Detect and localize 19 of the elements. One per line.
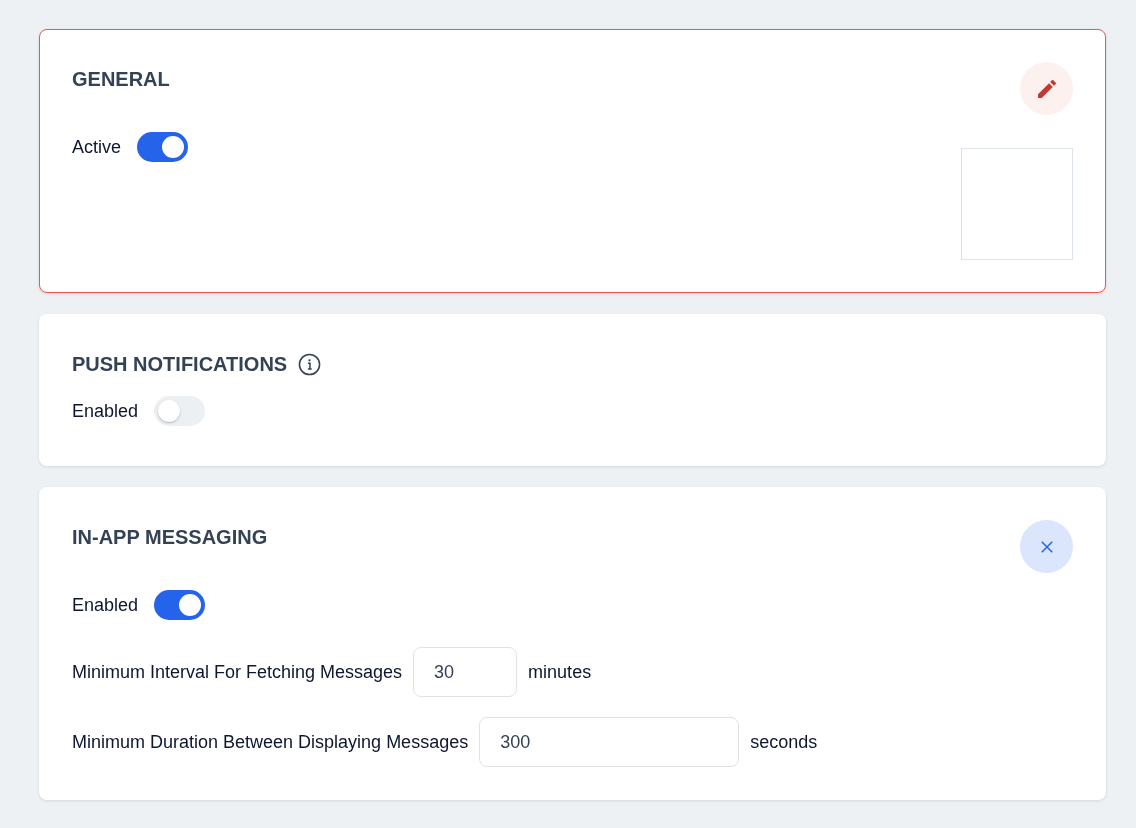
number-input[interactable]: 30	[413, 647, 518, 697]
pencil-icon	[1037, 79, 1056, 98]
section-title: IN-APP MESSAGING	[72, 525, 268, 549]
toggle-label: Enabled	[72, 400, 139, 422]
section-title: PUSH NOTIFICATIONS	[72, 352, 288, 376]
toggle-label: Enabled	[72, 594, 139, 616]
toggle-switch[interactable]	[154, 396, 206, 426]
unit-label: seconds	[750, 731, 818, 753]
toggle-switch[interactable]	[137, 132, 189, 162]
field-label: Minimum Duration Between Displaying Messages	[72, 731, 469, 753]
info-icon[interactable]	[298, 352, 322, 376]
section-title: GENERAL	[72, 67, 170, 91]
close-icon	[1040, 540, 1053, 553]
edit-button[interactable]	[1020, 62, 1073, 115]
number-input[interactable]: 300	[479, 717, 740, 767]
toggle-switch[interactable]	[154, 590, 206, 620]
unit-label: minutes	[528, 661, 592, 683]
toggle-label: Active	[72, 136, 122, 158]
field-label: Minimum Interval For Fetching Messages	[72, 661, 403, 683]
